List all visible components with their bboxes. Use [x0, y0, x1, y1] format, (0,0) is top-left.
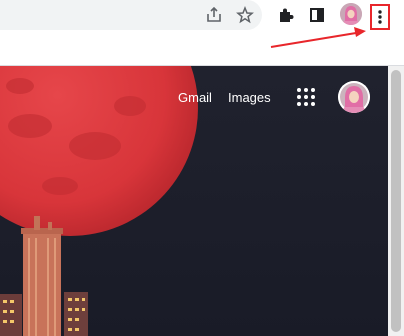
side-panel-icon[interactable]: [306, 4, 328, 26]
profile-avatar[interactable]: [340, 3, 362, 25]
gmail-link[interactable]: Gmail: [178, 90, 212, 106]
page-content: [0, 66, 388, 336]
apps-grid-icon[interactable]: [296, 87, 316, 107]
scrollbar-thumb[interactable]: [391, 70, 401, 332]
images-link[interactable]: Images: [228, 90, 271, 106]
bookmarks-bar: [0, 30, 404, 66]
background-image: [0, 66, 388, 336]
tower: [21, 216, 63, 336]
share-icon[interactable]: [203, 4, 225, 26]
extensions-icon[interactable]: [275, 4, 297, 26]
browser-toolbar: [0, 0, 404, 30]
account-avatar[interactable]: [338, 81, 370, 113]
star-icon[interactable]: [234, 4, 256, 26]
more-vert-icon[interactable]: [372, 6, 388, 28]
